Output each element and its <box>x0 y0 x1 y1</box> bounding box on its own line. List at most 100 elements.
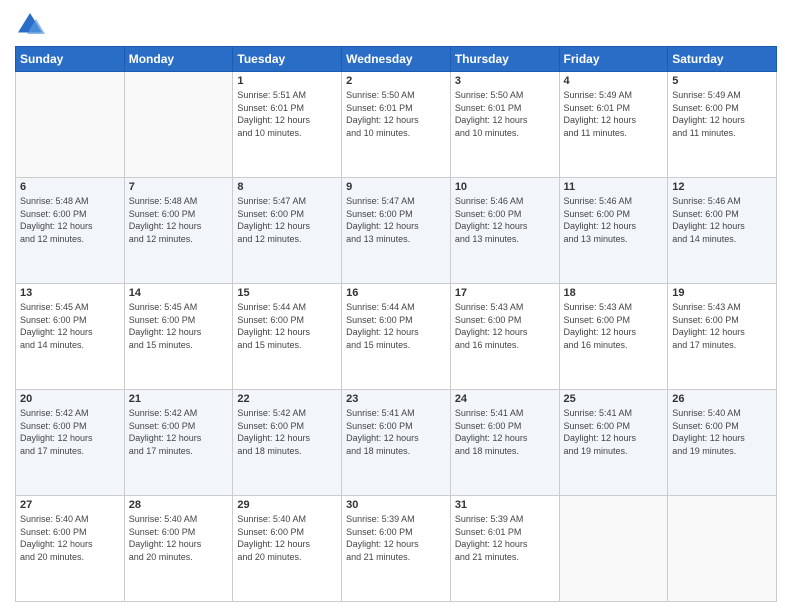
day-cell <box>559 496 668 602</box>
day-number: 17 <box>455 287 555 299</box>
day-cell <box>124 72 233 178</box>
day-info: Sunrise: 5:43 AM Sunset: 6:00 PM Dayligh… <box>672 301 772 351</box>
day-info: Sunrise: 5:44 AM Sunset: 6:00 PM Dayligh… <box>346 301 446 351</box>
day-cell: 6 Sunrise: 5:48 AM Sunset: 6:00 PM Daylig… <box>16 178 125 284</box>
day-cell: 19 Sunrise: 5:43 AM Sunset: 6:00 PM Dayli… <box>668 284 777 390</box>
day-cell: 23Sunrise: 5:41 AM Sunset: 6:00 PM Dayli… <box>342 390 451 496</box>
day-cell: 31Sunrise: 5:39 AM Sunset: 6:01 PM Dayli… <box>450 496 559 602</box>
day-info: Sunrise: 5:46 AM Sunset: 6:00 PM Dayligh… <box>564 195 664 245</box>
day-info: Sunrise: 5:50 AM Sunset: 6:01 PM Dayligh… <box>346 89 446 139</box>
week-row-4: 20 Sunrise: 5:42 AM Sunset: 6:00 PM Dayli… <box>16 390 777 496</box>
day-number: 30 <box>346 499 446 511</box>
day-info: Sunrise: 5:39 AM Sunset: 6:00 PM Dayligh… <box>346 513 446 563</box>
header <box>15 10 777 40</box>
day-number: 29 <box>237 499 337 511</box>
day-number: 11 <box>564 181 664 193</box>
day-cell: 22 Sunrise: 5:42 AM Sunset: 6:00 PM Dayli… <box>233 390 342 496</box>
day-info: Sunrise: 5:40 AM Sunset: 6:00 PM Dayligh… <box>129 513 229 563</box>
day-cell: 11 Sunrise: 5:46 AM Sunset: 6:00 PM Dayli… <box>559 178 668 284</box>
day-number: 1 <box>237 75 337 87</box>
day-number: 7 <box>129 181 229 193</box>
day-cell <box>16 72 125 178</box>
day-number: 21 <box>129 393 229 405</box>
day-info: Sunrise: 5:40 AM Sunset: 6:00 PM Dayligh… <box>20 513 120 563</box>
day-cell: 3 Sunrise: 5:50 AM Sunset: 6:01 PM Daylig… <box>450 72 559 178</box>
week-row-5: 27 Sunrise: 5:40 AM Sunset: 6:00 PM Dayli… <box>16 496 777 602</box>
day-cell: 7 Sunrise: 5:48 AM Sunset: 6:00 PM Daylig… <box>124 178 233 284</box>
day-cell: 5 Sunrise: 5:49 AM Sunset: 6:00 PM Daylig… <box>668 72 777 178</box>
day-info: Sunrise: 5:42 AM Sunset: 6:00 PM Dayligh… <box>129 407 229 457</box>
col-header-wednesday: Wednesday <box>342 47 451 72</box>
day-number: 20 <box>20 393 120 405</box>
logo-icon <box>15 10 45 40</box>
day-cell: 4 Sunrise: 5:49 AM Sunset: 6:01 PM Daylig… <box>559 72 668 178</box>
day-info: Sunrise: 5:50 AM Sunset: 6:01 PM Dayligh… <box>455 89 555 139</box>
col-header-sunday: Sunday <box>16 47 125 72</box>
day-info: Sunrise: 5:42 AM Sunset: 6:00 PM Dayligh… <box>237 407 337 457</box>
day-cell: 9Sunrise: 5:47 AM Sunset: 6:00 PM Daylig… <box>342 178 451 284</box>
col-header-monday: Monday <box>124 47 233 72</box>
day-cell <box>668 496 777 602</box>
day-info: Sunrise: 5:43 AM Sunset: 6:00 PM Dayligh… <box>455 301 555 351</box>
day-cell: 30 Sunrise: 5:39 AM Sunset: 6:00 PM Dayli… <box>342 496 451 602</box>
calendar-header-row: SundayMondayTuesdayWednesdayThursdayFrid… <box>16 47 777 72</box>
day-number: 24 <box>455 393 555 405</box>
day-info: Sunrise: 5:42 AM Sunset: 6:00 PM Dayligh… <box>20 407 120 457</box>
col-header-saturday: Saturday <box>668 47 777 72</box>
day-number: 8 <box>237 181 337 193</box>
day-cell: 29 Sunrise: 5:40 AM Sunset: 6:00 PM Dayli… <box>233 496 342 602</box>
day-number: 14 <box>129 287 229 299</box>
day-cell: 8Sunrise: 5:47 AM Sunset: 6:00 PM Daylig… <box>233 178 342 284</box>
day-number: 27 <box>20 499 120 511</box>
day-number: 18 <box>564 287 664 299</box>
day-info: Sunrise: 5:41 AM Sunset: 6:00 PM Dayligh… <box>346 407 446 457</box>
day-number: 2 <box>346 75 446 87</box>
day-cell: 26Sunrise: 5:40 AM Sunset: 6:00 PM Dayli… <box>668 390 777 496</box>
col-header-tuesday: Tuesday <box>233 47 342 72</box>
col-header-thursday: Thursday <box>450 47 559 72</box>
day-info: Sunrise: 5:41 AM Sunset: 6:00 PM Dayligh… <box>455 407 555 457</box>
day-number: 5 <box>672 75 772 87</box>
col-header-friday: Friday <box>559 47 668 72</box>
day-info: Sunrise: 5:46 AM Sunset: 6:00 PM Dayligh… <box>455 195 555 245</box>
day-info: Sunrise: 5:45 AM Sunset: 6:00 PM Dayligh… <box>129 301 229 351</box>
day-cell: 20 Sunrise: 5:42 AM Sunset: 6:00 PM Dayli… <box>16 390 125 496</box>
day-cell: 15Sunrise: 5:44 AM Sunset: 6:00 PM Dayli… <box>233 284 342 390</box>
day-cell: 1 Sunrise: 5:51 AM Sunset: 6:01 PM Daylig… <box>233 72 342 178</box>
week-row-2: 6 Sunrise: 5:48 AM Sunset: 6:00 PM Daylig… <box>16 178 777 284</box>
day-cell: 13Sunrise: 5:45 AM Sunset: 6:00 PM Dayli… <box>16 284 125 390</box>
day-info: Sunrise: 5:43 AM Sunset: 6:00 PM Dayligh… <box>564 301 664 351</box>
day-info: Sunrise: 5:40 AM Sunset: 6:00 PM Dayligh… <box>237 513 337 563</box>
day-cell: 27 Sunrise: 5:40 AM Sunset: 6:00 PM Dayli… <box>16 496 125 602</box>
day-cell: 18 Sunrise: 5:43 AM Sunset: 6:00 PM Dayli… <box>559 284 668 390</box>
day-info: Sunrise: 5:48 AM Sunset: 6:00 PM Dayligh… <box>129 195 229 245</box>
page: SundayMondayTuesdayWednesdayThursdayFrid… <box>0 0 792 612</box>
day-info: Sunrise: 5:45 AM Sunset: 6:00 PM Dayligh… <box>20 301 120 351</box>
day-info: Sunrise: 5:41 AM Sunset: 6:00 PM Dayligh… <box>564 407 664 457</box>
day-info: Sunrise: 5:39 AM Sunset: 6:01 PM Dayligh… <box>455 513 555 563</box>
day-info: Sunrise: 5:49 AM Sunset: 6:01 PM Dayligh… <box>564 89 664 139</box>
day-number: 6 <box>20 181 120 193</box>
week-row-1: 1 Sunrise: 5:51 AM Sunset: 6:01 PM Daylig… <box>16 72 777 178</box>
day-info: Sunrise: 5:51 AM Sunset: 6:01 PM Dayligh… <box>237 89 337 139</box>
day-number: 19 <box>672 287 772 299</box>
day-cell: 25Sunrise: 5:41 AM Sunset: 6:00 PM Dayli… <box>559 390 668 496</box>
day-info: Sunrise: 5:48 AM Sunset: 6:00 PM Dayligh… <box>20 195 120 245</box>
day-cell: 28Sunrise: 5:40 AM Sunset: 6:00 PM Dayli… <box>124 496 233 602</box>
day-cell: 10Sunrise: 5:46 AM Sunset: 6:00 PM Dayli… <box>450 178 559 284</box>
day-cell: 16 Sunrise: 5:44 AM Sunset: 6:00 PM Dayli… <box>342 284 451 390</box>
logo <box>15 10 49 40</box>
day-info: Sunrise: 5:49 AM Sunset: 6:00 PM Dayligh… <box>672 89 772 139</box>
day-cell: 17 Sunrise: 5:43 AM Sunset: 6:00 PM Dayli… <box>450 284 559 390</box>
day-cell: 24 Sunrise: 5:41 AM Sunset: 6:00 PM Dayli… <box>450 390 559 496</box>
calendar-table: SundayMondayTuesdayWednesdayThursdayFrid… <box>15 46 777 602</box>
day-info: Sunrise: 5:44 AM Sunset: 6:00 PM Dayligh… <box>237 301 337 351</box>
day-number: 22 <box>237 393 337 405</box>
day-number: 3 <box>455 75 555 87</box>
day-number: 9 <box>346 181 446 193</box>
day-info: Sunrise: 5:46 AM Sunset: 6:00 PM Dayligh… <box>672 195 772 245</box>
day-number: 4 <box>564 75 664 87</box>
day-number: 16 <box>346 287 446 299</box>
day-cell: 14 Sunrise: 5:45 AM Sunset: 6:00 PM Dayli… <box>124 284 233 390</box>
day-cell: 2 Sunrise: 5:50 AM Sunset: 6:01 PM Daylig… <box>342 72 451 178</box>
